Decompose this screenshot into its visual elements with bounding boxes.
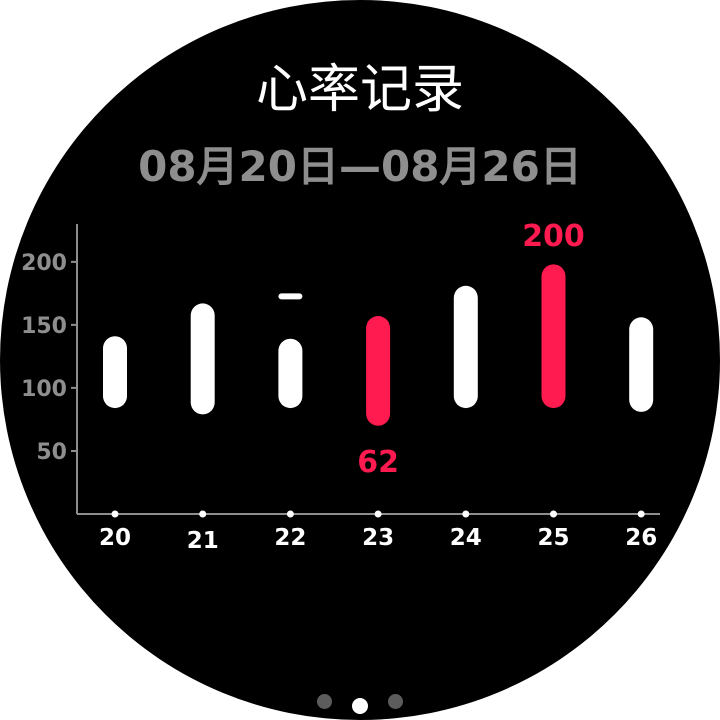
y-tick-label: 100 xyxy=(21,377,67,402)
data-label-25: 200 xyxy=(522,219,585,254)
heart-rate-bar-26 xyxy=(629,317,654,412)
heart-rate-bar-22-seg1 xyxy=(278,338,303,409)
heart-rate-bar-25 xyxy=(541,264,566,409)
data-label-23: 62 xyxy=(357,445,399,480)
heart-rate-bar-20 xyxy=(103,336,127,409)
x-tick-label: 20 xyxy=(99,525,131,551)
x-tick-label: 21 xyxy=(187,528,219,554)
watch-face: 心率记录 08月20日—08月26日 50 100 150 200 20 21 22 23 24… xyxy=(0,0,720,720)
y-tick-label: 200 xyxy=(21,251,67,276)
x-tick-label: 22 xyxy=(274,525,306,551)
heart-rate-bar-24 xyxy=(453,285,478,409)
x-tick-dot xyxy=(550,510,557,518)
y-tick-label: 150 xyxy=(21,314,67,339)
x-tick-label: 24 xyxy=(450,525,482,551)
x-tick-dot xyxy=(286,510,294,518)
y-tick-label: 50 xyxy=(36,440,67,465)
heart-rate-chart: 50 100 150 200 20 21 22 23 24 25 26 62 200 xyxy=(21,219,660,554)
x-tick-label: 23 xyxy=(362,525,394,551)
x-tick-label: 25 xyxy=(537,525,569,551)
page-dot-2-active[interactable] xyxy=(352,698,368,714)
x-tick-dot xyxy=(199,510,207,518)
heart-rate-bar-23 xyxy=(366,316,391,426)
page-indicator[interactable] xyxy=(0,692,720,714)
x-tick-dot xyxy=(111,510,119,518)
page-dot-3[interactable] xyxy=(388,694,403,709)
x-tick-label: 26 xyxy=(625,525,657,551)
heart-rate-bar-22-seg2 xyxy=(278,293,303,300)
x-tick-dot xyxy=(462,510,470,518)
x-tick-dot xyxy=(374,510,382,518)
heart-rate-bar-21 xyxy=(190,303,215,415)
x-tick-dot xyxy=(637,510,645,518)
page-dot-1[interactable] xyxy=(317,694,332,709)
